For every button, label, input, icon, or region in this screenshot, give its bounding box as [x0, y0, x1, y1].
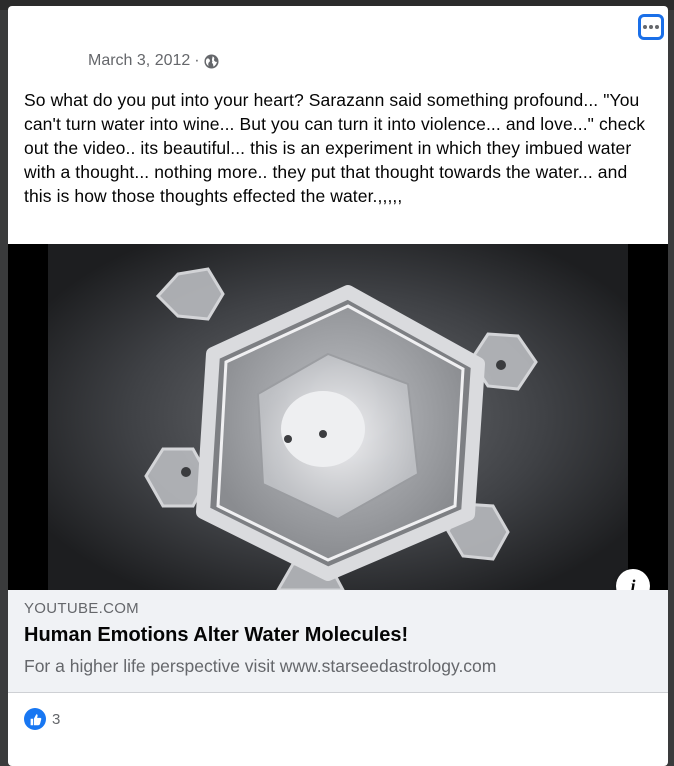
post-card: March 3, 2012 · So what do you put into … — [8, 6, 668, 766]
link-title[interactable]: Human Emotions Alter Water Molecules! — [24, 624, 408, 647]
video-thumbnail[interactable] — [8, 244, 668, 590]
link-description: For a higher life perspective visit www.… — [24, 656, 497, 676]
reactions-summary[interactable]: 3 — [24, 708, 60, 730]
more-options-button[interactable] — [638, 14, 664, 40]
meta-separator: · — [194, 52, 200, 69]
reaction-count[interactable]: 3 — [52, 711, 60, 728]
globe-icon[interactable] — [204, 53, 219, 69]
post-text: So what do you put into your heart? Sara… — [24, 90, 646, 206]
water-crystal-image — [8, 244, 668, 590]
more-dots-icon — [643, 25, 659, 29]
link-domain: YOUTUBE.COM — [24, 600, 139, 617]
like-icon — [24, 708, 46, 730]
link-preview[interactable]: YOUTUBE.COM Human Emotions Alter Water M… — [8, 590, 668, 693]
post-meta: March 3, 2012 · — [88, 52, 219, 70]
post-date[interactable]: March 3, 2012 — [88, 52, 190, 70]
